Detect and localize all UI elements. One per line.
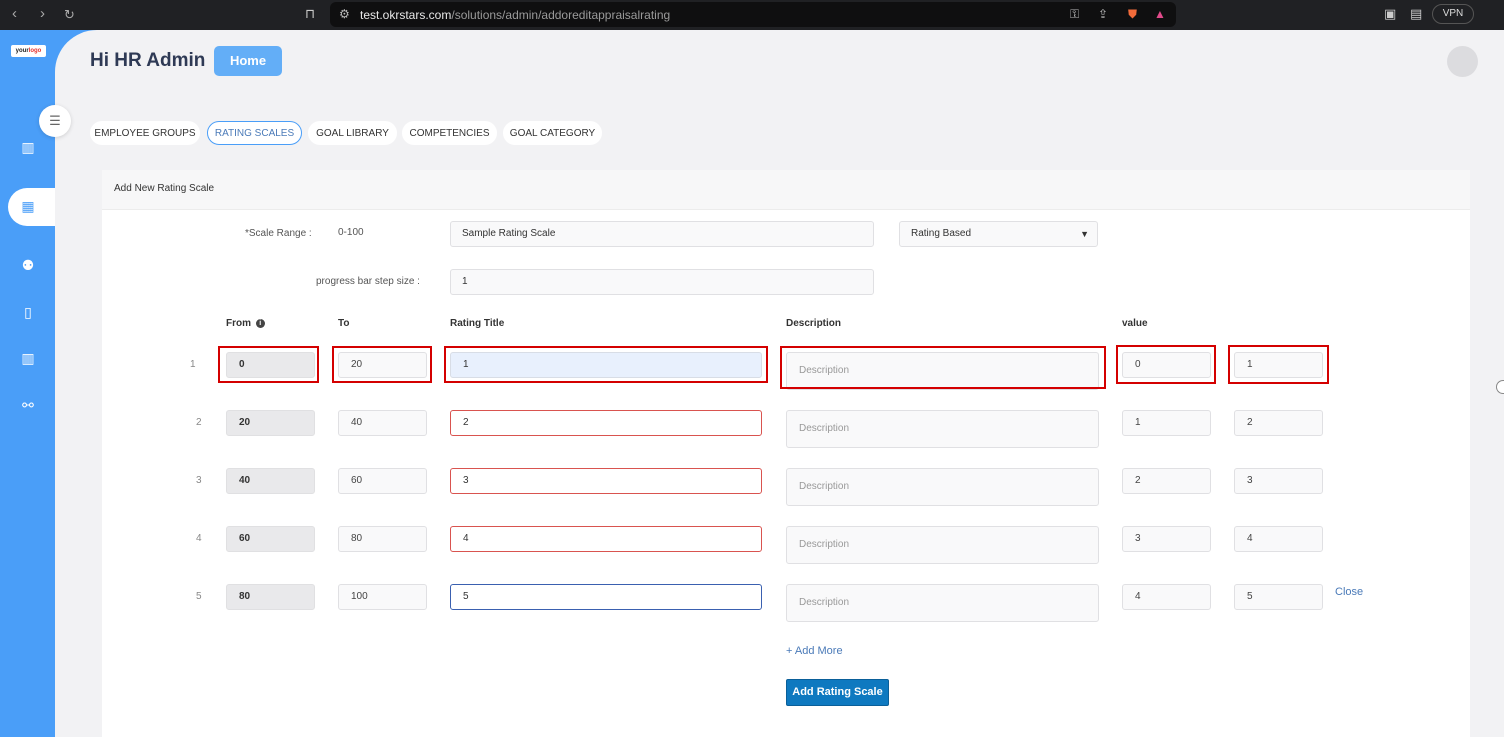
- tab-goal-category[interactable]: GOAL CATEGORY: [503, 121, 602, 145]
- description-input[interactable]: Description: [786, 584, 1099, 622]
- vpn-label: VPN: [1442, 8, 1464, 19]
- highlight-box: [332, 346, 432, 383]
- grid-icon[interactable]: ▦: [20, 198, 36, 214]
- chart-icon[interactable]: ▥: [18, 348, 38, 368]
- value-max-input[interactable]: 2: [1234, 410, 1323, 436]
- avatar[interactable]: [1447, 46, 1478, 77]
- chevron-down-icon: ▼: [1080, 229, 1089, 239]
- close-link[interactable]: Close: [1335, 586, 1363, 598]
- url-text: test.okrstars.com/solutions/admin/addore…: [360, 8, 670, 22]
- to-input[interactable]: 80: [338, 526, 427, 552]
- scale-range-value: 0-100: [338, 227, 364, 238]
- url-path: /solutions/admin/addoreditappraisalratin…: [451, 8, 671, 22]
- scroll-handle[interactable]: [1496, 380, 1504, 394]
- value-min-input[interactable]: 4: [1122, 584, 1211, 610]
- value-max-input[interactable]: 5: [1234, 584, 1323, 610]
- highlight-box: [444, 346, 768, 383]
- from-input: 60: [226, 526, 315, 552]
- tab-goal-library[interactable]: GOAL LIBRARY: [308, 121, 397, 145]
- value-min-input[interactable]: 1: [1122, 410, 1211, 436]
- tab-competencies[interactable]: COMPETENCIES: [402, 121, 497, 145]
- col-header-from: From i: [226, 318, 265, 329]
- rewards-icon[interactable]: ▲: [1154, 7, 1166, 21]
- site-settings-icon[interactable]: ⚙: [339, 7, 350, 21]
- bar-chart-icon[interactable]: ▥: [18, 137, 38, 157]
- scale-type-value: Rating Based: [911, 228, 972, 239]
- description-input[interactable]: Description: [786, 410, 1099, 448]
- card-title: Add New Rating Scale: [114, 183, 215, 194]
- value-min-input[interactable]: 2: [1122, 468, 1211, 494]
- card-header: Add New Rating Scale: [102, 170, 1470, 210]
- from-input: 40: [226, 468, 315, 494]
- scale-range-label: *Scale Range :: [245, 228, 312, 239]
- rating-title-input[interactable]: 3: [450, 468, 762, 494]
- url-host: test.okrstars.com: [360, 8, 452, 22]
- col-header-to: To: [338, 318, 350, 329]
- to-input[interactable]: 100: [338, 584, 427, 610]
- highlight-box: [1228, 345, 1329, 384]
- value-min-input[interactable]: 3: [1122, 526, 1211, 552]
- address-bar[interactable]: ⚙ test.okrstars.com/solutions/admin/addo…: [330, 2, 1176, 27]
- brave-shield-icon[interactable]: ⛊: [1128, 7, 1137, 22]
- back-icon[interactable]: ‹: [12, 5, 17, 22]
- rating-title-input[interactable]: 2: [450, 410, 762, 436]
- info-icon[interactable]: i: [255, 318, 265, 328]
- logo-text-accent: logo: [28, 48, 42, 54]
- sidebar-toggle-icon[interactable]: ▣: [1384, 6, 1396, 22]
- tab-employee-groups[interactable]: EMPLOYEE GROUPS: [90, 121, 200, 145]
- page-greeting: Hi HR Admin: [90, 50, 206, 71]
- to-input[interactable]: 60: [338, 468, 427, 494]
- from-input: 20: [226, 410, 315, 436]
- col-header-description: Description: [786, 318, 842, 329]
- row-number: 5: [196, 591, 202, 602]
- handshake-icon[interactable]: ⚯: [18, 395, 38, 415]
- from-input: 80: [226, 584, 315, 610]
- home-button[interactable]: Home: [214, 46, 282, 76]
- key-icon[interactable]: ⚿: [1070, 7, 1079, 22]
- rating-title-input[interactable]: 5: [450, 584, 762, 610]
- reload-icon[interactable]: ↻: [64, 7, 75, 23]
- rating-title-input[interactable]: 4: [450, 526, 762, 552]
- add-more-link[interactable]: + Add More: [786, 645, 843, 657]
- add-rating-scale-button[interactable]: Add Rating Scale: [786, 679, 889, 706]
- browser-chrome: ‹ › ↻ ⊓ ⚙ test.okrstars.com/solutions/ad…: [0, 0, 1504, 30]
- col-header-rating-title: Rating Title: [450, 318, 505, 329]
- description-input[interactable]: Description: [786, 468, 1099, 506]
- sidebar: yourlogo ▥ ▦ ⚉ ▯ ▥ ⚯: [0, 30, 68, 737]
- description-input[interactable]: Description: [786, 526, 1099, 564]
- vpn-button[interactable]: VPN: [1432, 4, 1474, 24]
- forward-icon[interactable]: ›: [40, 5, 45, 22]
- logo: yourlogo: [11, 45, 46, 57]
- row-number: 1: [190, 359, 196, 370]
- highlight-box: [1116, 345, 1216, 384]
- to-input[interactable]: 40: [338, 410, 427, 436]
- highlight-box: [218, 346, 319, 383]
- col-header-value: value: [1122, 318, 1148, 329]
- col-header-from-text: From: [226, 318, 251, 329]
- row-number: 4: [196, 533, 202, 544]
- logo-text: your: [15, 48, 29, 54]
- share-icon[interactable]: ⇪: [1098, 7, 1108, 21]
- tab-rating-scales[interactable]: RATING SCALES: [207, 121, 302, 145]
- row-number: 3: [196, 475, 202, 486]
- wallet-icon[interactable]: ▤: [1410, 6, 1422, 22]
- value-max-input[interactable]: 3: [1234, 468, 1323, 494]
- step-size-label: progress bar step size :: [316, 276, 420, 287]
- scale-name-input[interactable]: Sample Rating Scale: [450, 221, 874, 247]
- sidebar-collapse-button[interactable]: ☰: [39, 105, 71, 137]
- users-icon[interactable]: ⚉: [18, 255, 38, 275]
- highlight-box: [780, 346, 1106, 389]
- scale-type-select[interactable]: Rating Based ▼: [899, 221, 1098, 247]
- bookmark-icon[interactable]: ⊓: [305, 6, 315, 22]
- row-number: 2: [196, 417, 202, 428]
- book-icon[interactable]: ▯: [18, 302, 38, 322]
- value-max-input[interactable]: 4: [1234, 526, 1323, 552]
- step-size-input[interactable]: 1: [450, 269, 874, 295]
